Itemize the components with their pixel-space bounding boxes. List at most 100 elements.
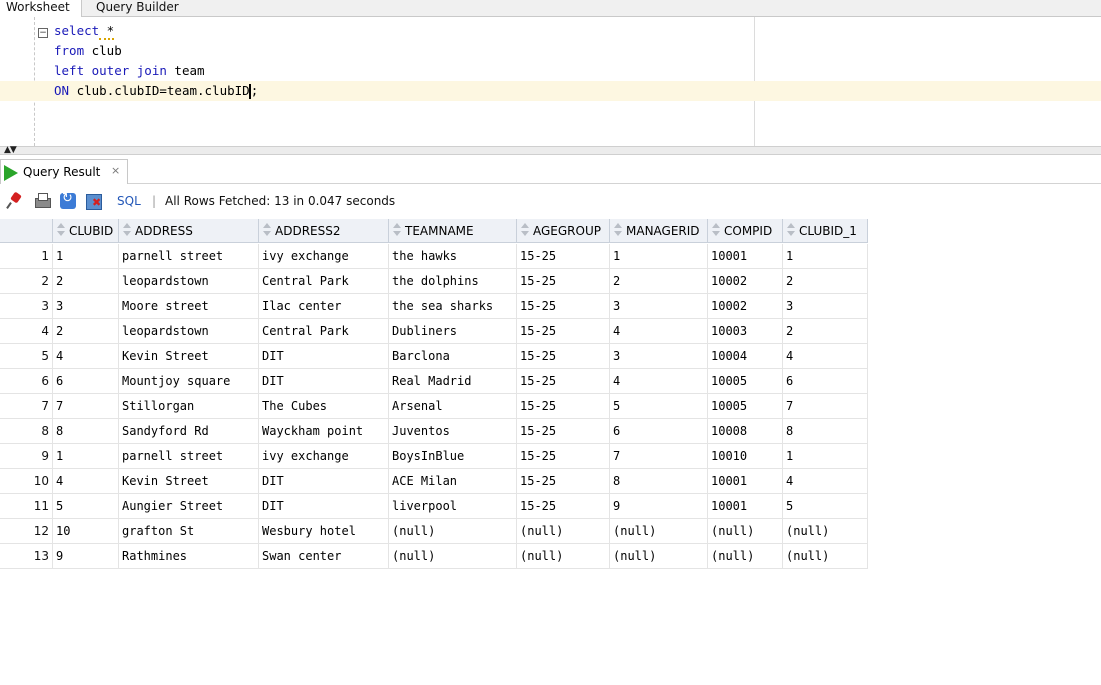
table-cell[interactable]: Stillorgan	[118, 394, 258, 419]
table-cell[interactable]: 15-25	[516, 494, 609, 519]
table-cell[interactable]: 10002	[707, 294, 782, 319]
table-row[interactable]: 8 8 Sandyford Rd Wayckham point Juventos 15-2…	[0, 419, 868, 444]
table-cell[interactable]: 4	[52, 469, 118, 494]
table-cell[interactable]: 3	[609, 294, 707, 319]
table-cell[interactable]: 10001	[707, 244, 782, 269]
table-cell[interactable]: 3	[52, 294, 118, 319]
table-row[interactable]: 13 9 Rathmines Swan center (null) (null) (null…	[0, 544, 868, 569]
table-cell[interactable]: the hawks	[388, 244, 516, 269]
table-cell[interactable]: (null)	[707, 519, 782, 544]
table-row[interactable]: 11 5 Aungier Street DIT liverpool 15-25 9 10001…	[0, 494, 868, 519]
tab-query-builder[interactable]: Query Builder	[90, 0, 185, 17]
table-cell[interactable]: Central Park	[258, 319, 388, 344]
table-cell[interactable]: leopardstown	[118, 269, 258, 294]
table-cell[interactable]: 7	[609, 444, 707, 469]
row-number[interactable]: 2	[0, 269, 52, 294]
table-cell[interactable]: 15-25	[516, 269, 609, 294]
table-cell[interactable]: Real Madrid	[388, 369, 516, 394]
table-cell[interactable]: 5	[52, 494, 118, 519]
table-cell[interactable]: (null)	[388, 544, 516, 569]
table-row[interactable]: 4 2 leopardstown Central Park Dubliners 15-25…	[0, 319, 868, 344]
table-cell[interactable]: Kevin Street	[118, 344, 258, 369]
table-cell[interactable]: 10002	[707, 269, 782, 294]
table-cell[interactable]: 7	[52, 394, 118, 419]
table-cell[interactable]: (null)	[609, 544, 707, 569]
table-cell[interactable]: 2	[52, 269, 118, 294]
table-cell[interactable]: (null)	[516, 544, 609, 569]
table-cell[interactable]: 10001	[707, 494, 782, 519]
code-line-2[interactable]: from club	[54, 41, 122, 61]
table-cell[interactable]: 15-25	[516, 394, 609, 419]
code-line-3[interactable]: left outer join team	[54, 61, 205, 81]
table-cell[interactable]: Arsenal	[388, 394, 516, 419]
table-cell[interactable]: DIT	[258, 344, 388, 369]
collapse-arrows-icon[interactable]: ▲▼	[4, 145, 17, 155]
table-cell[interactable]: 5	[609, 394, 707, 419]
row-number[interactable]: 13	[0, 544, 52, 569]
column-header-agegroup[interactable]: AGEGROUP	[516, 219, 609, 243]
pin-icon[interactable]	[6, 193, 22, 209]
table-cell[interactable]: 1	[52, 444, 118, 469]
table-cell[interactable]: DIT	[258, 494, 388, 519]
table-cell[interactable]: 10005	[707, 394, 782, 419]
table-cell[interactable]: 10001	[707, 469, 782, 494]
table-cell[interactable]: 3	[782, 294, 868, 319]
row-number[interactable]: 1	[0, 244, 52, 269]
table-cell[interactable]: (null)	[782, 544, 868, 569]
table-cell[interactable]: (null)	[388, 519, 516, 544]
table-cell[interactable]: The Cubes	[258, 394, 388, 419]
table-cell[interactable]: 1	[52, 244, 118, 269]
table-cell[interactable]: 15-25	[516, 419, 609, 444]
table-cell[interactable]: 3	[609, 344, 707, 369]
table-cell[interactable]: 10008	[707, 419, 782, 444]
print-icon[interactable]	[34, 193, 51, 209]
column-header-managerid[interactable]: MANAGERID	[609, 219, 707, 243]
column-header-clubid-1[interactable]: CLUBID_1	[782, 219, 868, 243]
table-cell[interactable]: 2	[609, 269, 707, 294]
table-cell[interactable]: DIT	[258, 469, 388, 494]
table-cell[interactable]: 6	[609, 419, 707, 444]
table-cell[interactable]: 15-25	[516, 319, 609, 344]
table-row[interactable]: 5 4 Kevin Street DIT Barclona 15-25 3 10004 4	[0, 344, 868, 369]
table-cell[interactable]: 1	[782, 444, 868, 469]
sql-link[interactable]: SQL	[117, 194, 141, 208]
row-number[interactable]: 10	[0, 469, 52, 494]
table-cell[interactable]: 4	[609, 369, 707, 394]
table-cell[interactable]: 6	[52, 369, 118, 394]
table-cell[interactable]: (null)	[782, 519, 868, 544]
table-row[interactable]: 7 7 Stillorgan The Cubes Arsenal 15-25 5 10005 7	[0, 394, 868, 419]
table-cell[interactable]: 8	[609, 469, 707, 494]
column-header-compid[interactable]: COMPID	[707, 219, 782, 243]
table-cell[interactable]: Wayckham point	[258, 419, 388, 444]
table-cell[interactable]: grafton St	[118, 519, 258, 544]
table-cell[interactable]: 2	[782, 269, 868, 294]
table-cell[interactable]: Mountjoy square	[118, 369, 258, 394]
table-cell[interactable]: Juventos	[388, 419, 516, 444]
table-cell[interactable]: Sandyford Rd	[118, 419, 258, 444]
table-row[interactable]: 2 2 leopardstown Central Park the dolphins 15…	[0, 269, 868, 294]
table-cell[interactable]: 1	[782, 244, 868, 269]
table-cell[interactable]: 10010	[707, 444, 782, 469]
table-cell[interactable]: 15-25	[516, 444, 609, 469]
table-row[interactable]: 3 3 Moore street Ilac center the sea sharks 1…	[0, 294, 868, 319]
table-cell[interactable]: ACE Milan	[388, 469, 516, 494]
column-header-address2[interactable]: ADDRESS2	[258, 219, 388, 243]
column-header-clubid[interactable]: CLUBID	[52, 219, 118, 243]
table-cell[interactable]: Swan center	[258, 544, 388, 569]
table-cell[interactable]: 15-25	[516, 369, 609, 394]
table-cell[interactable]: 4	[782, 344, 868, 369]
row-number[interactable]: 9	[0, 444, 52, 469]
row-number[interactable]: 11	[0, 494, 52, 519]
table-cell[interactable]: 2	[782, 319, 868, 344]
table-cell[interactable]: 8	[52, 419, 118, 444]
table-cell[interactable]: parnell street	[118, 444, 258, 469]
table-cell[interactable]: Aungier Street	[118, 494, 258, 519]
table-cell[interactable]: Moore street	[118, 294, 258, 319]
row-number[interactable]: 3	[0, 294, 52, 319]
table-row[interactable]: 6 6 Mountjoy square DIT Real Madrid 15-25 4 100…	[0, 369, 868, 394]
table-cell[interactable]: 2	[52, 319, 118, 344]
table-cell[interactable]: the sea sharks	[388, 294, 516, 319]
table-cell[interactable]: liverpool	[388, 494, 516, 519]
table-cell[interactable]: 9	[52, 544, 118, 569]
table-cell[interactable]: 6	[782, 369, 868, 394]
